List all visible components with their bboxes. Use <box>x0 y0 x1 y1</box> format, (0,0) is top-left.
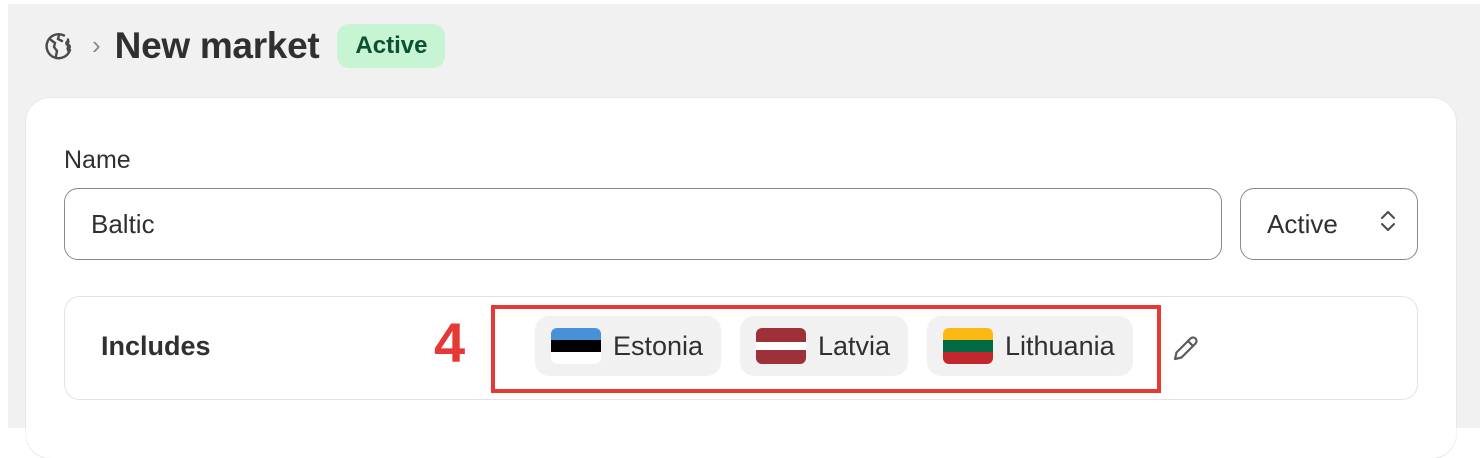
step-number-annotation: 4 <box>434 311 466 374</box>
page: › New market Active Name Baltic Active I… <box>8 4 1480 458</box>
breadcrumb-separator: › <box>92 30 101 60</box>
country-chip-estonia[interactable]: Estonia <box>535 316 722 376</box>
includes-section: Includes 4 Estonia Latvia Lithuania <box>64 296 1418 400</box>
name-input[interactable]: Baltic <box>64 188 1222 260</box>
name-label: Name <box>64 146 131 174</box>
country-chip-label: Latvia <box>818 330 891 361</box>
select-chevron-icon <box>1379 208 1397 241</box>
includes-label: Includes <box>101 331 211 361</box>
country-chip-label: Lithuania <box>1005 330 1115 361</box>
status-select-value: Active <box>1267 208 1338 239</box>
name-input-value: Baltic <box>91 208 155 239</box>
page-header: › New market Active <box>42 18 446 74</box>
market-card: Name Baltic Active Includes 4 Estonia La… <box>26 98 1456 458</box>
country-chip-lithuania[interactable]: Lithuania <box>927 316 1133 376</box>
status-badge: Active <box>337 24 446 68</box>
country-chip-label: Estonia <box>613 330 704 361</box>
page-title: New market <box>114 25 320 66</box>
status-select[interactable]: Active <box>1240 188 1418 260</box>
estonia-flag-icon <box>551 328 601 364</box>
lithuania-flag-icon <box>943 328 993 364</box>
markets-globe-icon[interactable] <box>42 29 76 63</box>
edit-pencil-icon[interactable] <box>1169 333 1201 365</box>
country-chip-latvia[interactable]: Latvia <box>740 316 909 376</box>
latvia-flag-icon <box>756 328 806 364</box>
